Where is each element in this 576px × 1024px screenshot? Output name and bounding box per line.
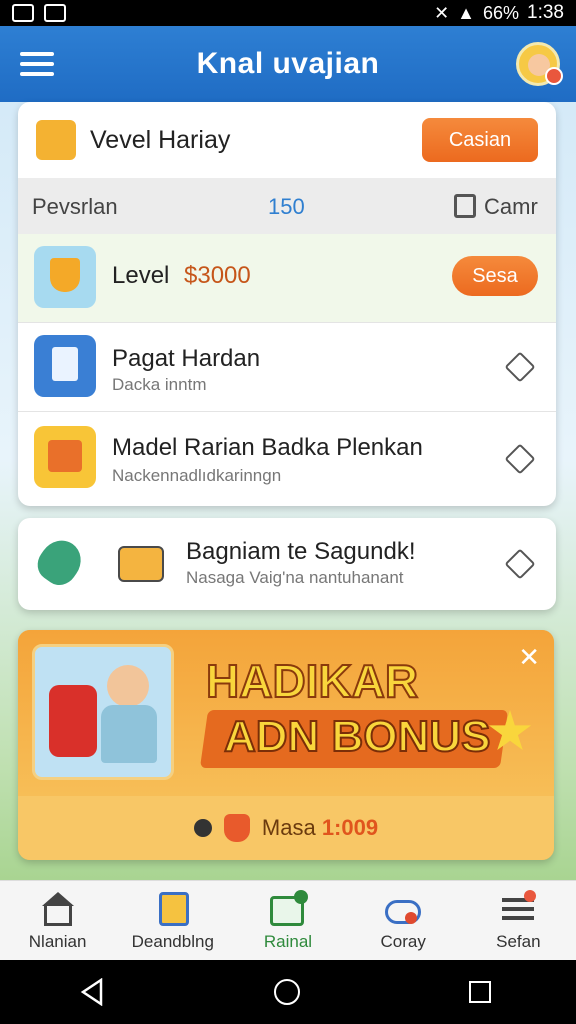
task-title: Madel Rarian Badka Plenkan	[112, 434, 423, 461]
bonus-character-image	[32, 644, 174, 780]
pin-icon	[30, 532, 90, 592]
checklist-icon	[268, 889, 308, 928]
lock-icon	[118, 546, 164, 582]
cloud-icon	[383, 890, 423, 928]
app-header: Knal uvajian	[0, 26, 576, 102]
bonus-footer-label: Masa	[261, 815, 316, 840]
diamond-icon	[504, 351, 536, 383]
avatar[interactable]	[516, 42, 563, 86]
bonus-title-line2: ADN BONUS	[223, 711, 491, 762]
close-icon[interactable]: ✕	[518, 642, 540, 673]
task-item[interactable]: Madel Rarian Badka Plenkan Nackennadlıdk…	[18, 412, 556, 506]
store-icon	[454, 194, 476, 218]
nav-label: Sefan	[496, 931, 541, 951]
bonus-footer-text: Masa 1:009	[262, 815, 378, 841]
diamond-icon	[504, 548, 536, 580]
home-button-icon[interactable]	[273, 979, 300, 1005]
nav-label: Rainal	[263, 931, 313, 951]
recents-icon[interactable]	[469, 981, 492, 1003]
level-row: Level $3000 Sesa	[18, 234, 556, 322]
app-title: Knal uvajian	[196, 47, 380, 80]
nav-label: Coray	[380, 931, 426, 951]
notification-icons	[12, 4, 66, 22]
status-right: ✕ ▲ 66% 1:38	[434, 2, 564, 24]
level-label: Level	[112, 262, 170, 289]
gift-box-icon	[34, 426, 96, 488]
sesa-button[interactable]: Sesa	[452, 256, 538, 296]
back-icon[interactable]	[80, 978, 105, 1006]
menu-list-icon	[498, 889, 538, 928]
signal-icon: ▲	[457, 2, 475, 23]
promo-task-card[interactable]: Bagniam te Sagundk! Nasaga Vaig'na nantu…	[18, 518, 556, 610]
nav-item-cloud[interactable]: Coray	[348, 890, 458, 952]
bonus-title-line1: HADIKAR	[205, 654, 419, 708]
bottom-nav: Nlanian Deandblng Rainal Coray Sefan	[0, 880, 576, 960]
info-right-label[interactable]: Camr	[484, 194, 538, 220]
task-item[interactable]: Pagat Hardan Dacka inntm	[18, 323, 556, 411]
level-amount: $3000	[184, 262, 251, 289]
info-value: 150	[268, 194, 305, 219]
trophy-icon	[34, 246, 96, 308]
task-subtitle: Nackennadlıdkarinngn	[112, 466, 282, 485]
home-icon	[38, 890, 78, 928]
card-title: Vevel Hariay	[90, 126, 231, 154]
promo-title: Bagniam te Sagundk!	[186, 538, 416, 565]
nav-label: Nlanian	[28, 931, 87, 951]
nav-label: Deandblng	[131, 931, 214, 951]
document-icon	[153, 890, 193, 928]
notification-icon	[44, 4, 66, 22]
shield-icon	[223, 814, 250, 842]
info-row: Pevsrlan 150 Camr	[18, 178, 556, 234]
status-bar: ✕ ▲ 66% 1:38	[0, 0, 576, 26]
nav-item-tasks[interactable]: Rainal	[233, 889, 343, 952]
promo-subtitle: Nasaga Vaig'na nantuhanant	[186, 568, 404, 587]
info-left-label: Pevsrlan	[32, 194, 118, 219]
nav-item-settings[interactable]: Sefan	[463, 889, 573, 952]
daily-tasks-card: Vevel Hariay Casian Pevsrlan 150 Camr Le…	[18, 102, 556, 506]
nav-item-downloads[interactable]: Deandblng	[118, 890, 228, 952]
system-nav-bar	[0, 960, 576, 1024]
card-header-row: Vevel Hariay Casian	[18, 102, 556, 178]
menu-icon[interactable]	[20, 52, 54, 76]
battery-label: 66%	[482, 2, 520, 23]
casian-button[interactable]: Casian	[422, 118, 538, 162]
timer-icon	[193, 819, 212, 837]
bonus-banner[interactable]: HADIKAR ADN BONUS ✕ Masa 1:009	[18, 630, 554, 860]
notification-badge-icon	[545, 67, 563, 85]
task-subtitle: Dacka inntm	[112, 375, 207, 394]
bonus-footer: Masa 1:009	[18, 796, 554, 860]
diamond-icon	[504, 443, 536, 475]
clock: 1:38	[527, 2, 564, 23]
nav-item-home[interactable]: Nlanian	[3, 890, 113, 952]
notification-icon	[12, 4, 34, 22]
treasure-chest-icon	[36, 120, 76, 160]
task-title: Pagat Hardan	[112, 345, 261, 372]
bonus-footer-value: 1:009	[321, 815, 379, 840]
document-icon	[34, 335, 96, 397]
mute-icon: ✕	[434, 2, 450, 23]
